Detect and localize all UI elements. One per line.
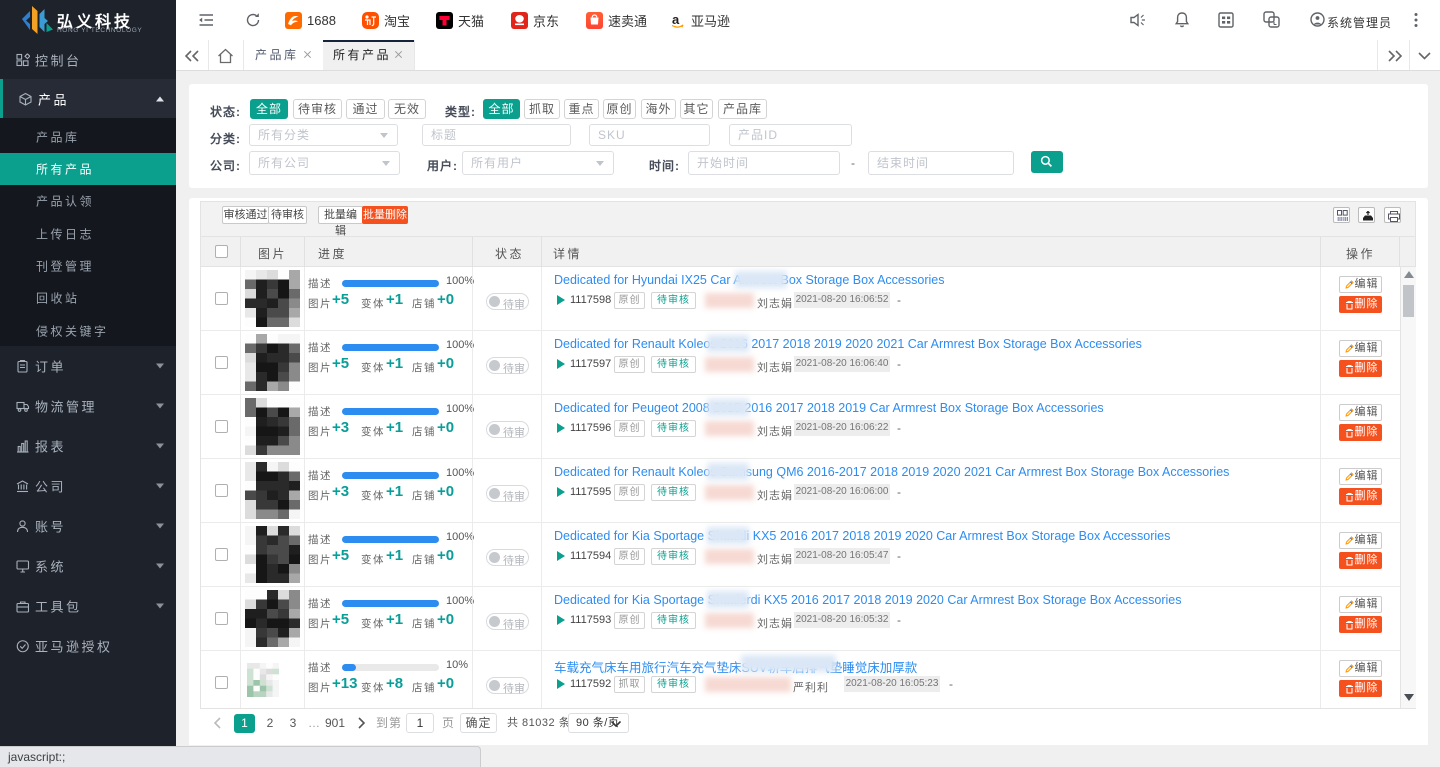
svg-text:a: a xyxy=(672,12,680,27)
